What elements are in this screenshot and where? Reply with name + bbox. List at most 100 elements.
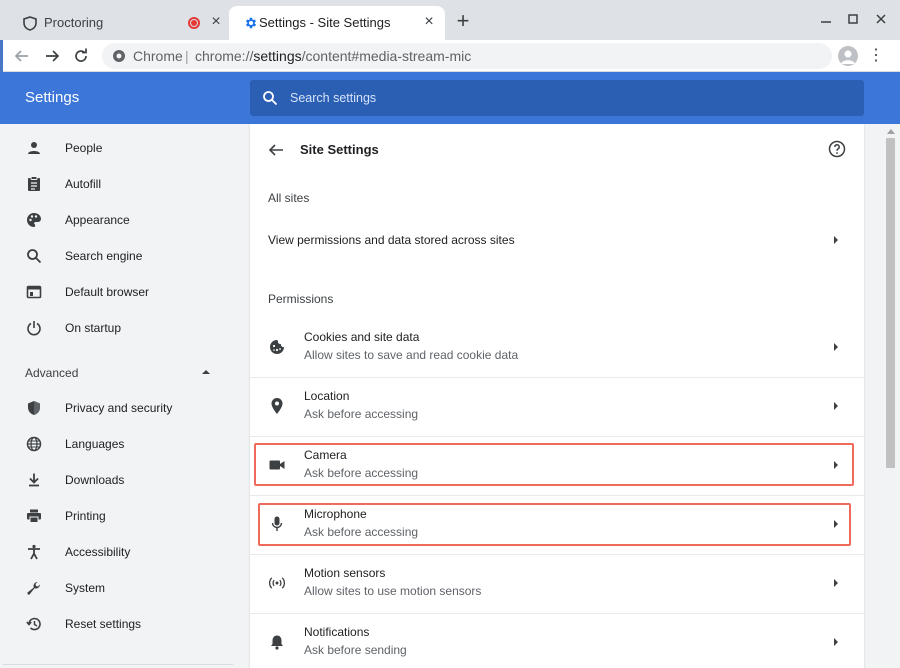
permission-title: Cookies and site data bbox=[304, 330, 420, 344]
close-icon[interactable]: × bbox=[208, 14, 224, 30]
sidebar-item-label: System bbox=[65, 581, 106, 595]
printer-icon bbox=[25, 507, 43, 525]
sidebar-item-downloads[interactable]: Downloads bbox=[3, 462, 233, 498]
sidebar-item-system[interactable]: System bbox=[3, 570, 233, 606]
bell-icon bbox=[268, 633, 286, 651]
all-sites-link-label: View permissions and data stored across … bbox=[268, 233, 515, 247]
row-divider bbox=[250, 554, 864, 555]
maximize-icon[interactable] bbox=[843, 10, 863, 30]
sidebar-item-label: Search engine bbox=[65, 249, 143, 263]
sidebar-item-printing[interactable]: Printing bbox=[3, 498, 233, 534]
sidebar-item-privacy-and-security[interactable]: Privacy and security bbox=[3, 390, 233, 426]
settings-header: Settings bbox=[0, 72, 900, 124]
arrow-left-icon bbox=[14, 50, 28, 62]
permission-title: Motion sensors bbox=[304, 566, 386, 580]
scrollbar-thumb[interactable] bbox=[886, 138, 895, 468]
chevron-right-icon bbox=[834, 579, 838, 587]
person-icon bbox=[25, 139, 43, 157]
permission-row-notifications[interactable]: Notifications Ask before sending bbox=[250, 613, 864, 668]
sidebar-item-accessibility[interactable]: Accessibility bbox=[3, 534, 233, 570]
url-path: /content#media-stream-mic bbox=[301, 48, 472, 64]
sidebar-item-label: On startup bbox=[65, 321, 122, 335]
permission-subtitle: Ask before accessing bbox=[304, 525, 419, 539]
caret-up-icon bbox=[202, 370, 210, 374]
shield-icon bbox=[22, 15, 38, 31]
clipboard-icon bbox=[25, 175, 43, 193]
permission-row-cookies[interactable]: Cookies and site data Allow sites to sav… bbox=[250, 318, 864, 376]
address-bar[interactable]: Chrome | chrome://settings/content#media… bbox=[102, 43, 832, 69]
chevron-right-icon bbox=[834, 343, 838, 351]
more-menu-icon[interactable]: ⋮ bbox=[866, 46, 886, 66]
microphone-icon bbox=[268, 515, 286, 533]
sidebar-item-label: People bbox=[65, 141, 103, 155]
sidebar-item-people[interactable]: People bbox=[3, 130, 233, 166]
sidebar-item-label: Downloads bbox=[65, 473, 125, 487]
permission-row-camera[interactable]: Camera Ask before accessing bbox=[250, 436, 864, 494]
url-text: chrome://settings/content#media-stream-m… bbox=[195, 48, 471, 64]
search-input[interactable] bbox=[290, 88, 830, 108]
chrome-icon bbox=[113, 50, 125, 62]
sidebar-advanced-toggle[interactable]: Advanced bbox=[3, 356, 233, 388]
permissions-heading: Permissions bbox=[268, 292, 334, 306]
sidebar-divider bbox=[3, 664, 233, 665]
close-icon[interactable]: × bbox=[421, 14, 437, 30]
chevron-right-icon bbox=[834, 520, 838, 528]
permission-title: Notifications bbox=[304, 625, 370, 639]
minimize-icon[interactable] bbox=[816, 10, 836, 30]
window-close-icon[interactable] bbox=[871, 10, 891, 30]
permission-row-microphone[interactable]: Microphone Ask before accessing bbox=[250, 495, 864, 553]
search-icon bbox=[263, 91, 278, 106]
sidebar-item-label: Languages bbox=[65, 437, 125, 451]
origin-chip: Chrome bbox=[133, 48, 183, 64]
forward-button[interactable] bbox=[40, 44, 64, 68]
sidebar-item-appearance[interactable]: Appearance bbox=[3, 202, 233, 238]
permission-row-motion-sensors[interactable]: Motion sensors Allow sites to use motion… bbox=[250, 554, 864, 612]
reload-button[interactable] bbox=[69, 44, 93, 68]
browser-toolbar: Chrome | chrome://settings/content#media… bbox=[0, 40, 900, 72]
site-settings-card: Site Settings All sites View permissions… bbox=[250, 124, 864, 668]
scroll-up-arrow-icon[interactable] bbox=[887, 128, 895, 134]
sidebar-item-reset-settings[interactable]: Reset settings bbox=[3, 606, 233, 642]
search-box[interactable] bbox=[250, 80, 864, 116]
sidebar-item-on-startup[interactable]: On startup bbox=[3, 310, 233, 346]
row-divider bbox=[250, 613, 864, 614]
url-separator: | bbox=[185, 48, 189, 64]
card-header: Site Settings bbox=[250, 124, 864, 176]
all-sites-heading: All sites bbox=[268, 191, 310, 205]
row-divider bbox=[250, 495, 864, 496]
wrench-icon bbox=[25, 579, 43, 597]
reload-icon bbox=[75, 48, 87, 62]
chevron-right-icon bbox=[834, 638, 838, 646]
history-icon bbox=[25, 615, 43, 633]
cookie-icon bbox=[268, 338, 286, 356]
new-tab-button[interactable]: + bbox=[454, 10, 472, 32]
tab-site-settings[interactable]: Settings - Site Settings × bbox=[229, 6, 445, 40]
sidebar-item-label: Accessibility bbox=[65, 545, 131, 559]
sidebar-item-label: Autofill bbox=[65, 177, 102, 191]
all-sites-link[interactable]: View permissions and data stored across … bbox=[250, 219, 864, 259]
page-title: Settings bbox=[25, 89, 80, 106]
sidebar-item-search-engine[interactable]: Search engine bbox=[3, 238, 233, 274]
sidebar-item-default-browser[interactable]: Default browser bbox=[3, 274, 233, 310]
sidebar-item-languages[interactable]: Languages bbox=[3, 426, 233, 462]
back-arrow-icon[interactable] bbox=[266, 140, 286, 160]
arrow-right-icon bbox=[46, 50, 60, 62]
url-host: settings bbox=[253, 48, 302, 64]
browser-icon bbox=[25, 283, 43, 301]
back-button[interactable] bbox=[10, 44, 34, 68]
profile-avatar-icon[interactable] bbox=[838, 46, 858, 66]
tab-title: Proctoring bbox=[44, 15, 104, 30]
permission-subtitle: Allow sites to use motion sensors bbox=[304, 584, 482, 598]
permission-title: Location bbox=[304, 389, 350, 403]
page-scrollbar[interactable] bbox=[882, 124, 900, 668]
help-icon[interactable] bbox=[828, 140, 846, 158]
sidebar-item-label: Privacy and security bbox=[65, 401, 173, 415]
sidebar-item-autofill[interactable]: Autofill bbox=[3, 166, 233, 202]
tab-strip: Proctoring × Settings - Site Settings × … bbox=[0, 0, 900, 40]
sidebar-item-label: Printing bbox=[65, 509, 106, 523]
palette-icon bbox=[25, 211, 43, 229]
accessibility-icon bbox=[25, 543, 43, 561]
tab-proctoring[interactable]: Proctoring × bbox=[8, 6, 230, 40]
camera-icon bbox=[268, 456, 286, 474]
permission-row-location[interactable]: Location Ask before accessing bbox=[250, 377, 864, 435]
